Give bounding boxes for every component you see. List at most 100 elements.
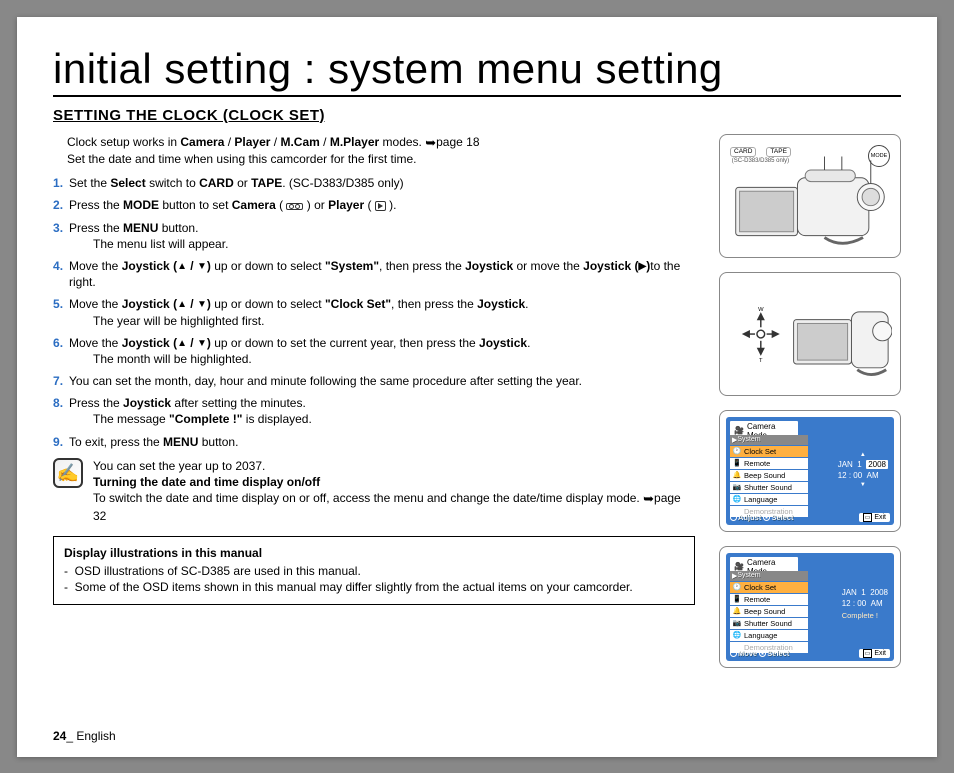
card-label: CARD	[730, 147, 756, 158]
osd-inner: 🎥Camera Mode ▶ System 🕐Clock Set 📱Remote…	[726, 417, 894, 525]
down-triangle-icon: ▼	[197, 300, 207, 310]
tip-text: You can set the year up to 2037. Turning…	[93, 458, 695, 524]
menu-item-remote: 📱Remote	[730, 594, 808, 605]
osd-footer: Move Select ▭Exit	[730, 649, 890, 658]
sound-icon: 🔔	[732, 470, 742, 480]
dot-circle-icon	[763, 514, 770, 521]
up-triangle-icon: ▲	[177, 262, 187, 272]
remote-icon: 📱	[732, 458, 742, 468]
sub-text: The year will be highlighted first.	[93, 313, 695, 329]
joystick-illustration-icon: W T	[728, 281, 892, 387]
camcorder-joystick-diagram: W T	[719, 272, 901, 396]
arrow-icon: ➥	[643, 491, 654, 506]
player-icon	[375, 201, 386, 211]
page-number: 24	[53, 729, 66, 743]
mode-name: Player	[234, 135, 270, 149]
svg-text:T: T	[759, 358, 763, 364]
osd-inner: 🎥Camera Mode ▶ System 🕐Clock Set 📱Remote…	[726, 553, 894, 661]
dot-circle-icon	[759, 650, 766, 657]
osd-screen-clockset: 🎥Camera Mode ▶ System 🕐Clock Set 📱Remote…	[719, 410, 901, 532]
osd-value-panel: ▲ JAN 1 2008 12 : 00 AM ▼	[838, 451, 888, 490]
sub-text: The menu list will appear.	[93, 236, 695, 252]
mode-switch-labels: CARD TAPE (SC-D383/D385 only) MODE	[730, 145, 890, 167]
mode-name: M.Player	[330, 135, 379, 149]
model-note: (SC-D383/D385 only)	[732, 158, 789, 164]
page-footer: 24_ English	[53, 729, 116, 743]
manual-page: initial setting : system menu setting SE…	[17, 17, 937, 757]
osd-screen-complete: 🎥Camera Mode ▶ System 🕐Clock Set 📱Remote…	[719, 546, 901, 668]
sound-icon: 🔔	[732, 606, 742, 616]
footer-language: English	[76, 729, 115, 743]
step-item: To exit, press the MENU button.	[53, 434, 695, 450]
down-triangle-icon: ▼	[197, 262, 207, 272]
osd-footer: Adjust Select ▭Exit	[730, 513, 890, 522]
content-row: Clock setup works in Camera / Player / M…	[53, 134, 901, 668]
circle-icon	[730, 650, 737, 657]
step-item: Set the Select switch to CARD or TAPE. (…	[53, 175, 695, 191]
instructions-column: Clock setup works in Camera / Player / M…	[53, 134, 695, 668]
camera-tape-icon	[286, 203, 303, 210]
text: Clock setup works in	[67, 135, 180, 149]
remote-icon: 📱	[732, 594, 742, 604]
step-list: Set the Select switch to CARD or TAPE. (…	[53, 175, 695, 450]
exit-pill: ▭Exit	[859, 513, 890, 522]
menu-item-beep: 🔔Beep Sound	[730, 606, 808, 617]
step-item: You can set the month, day, hour and min…	[53, 373, 695, 389]
note-line: - Some of the OSD items shown in this ma…	[64, 579, 684, 595]
mode-button-label: MODE	[868, 145, 890, 167]
illustration-column: CARD TAPE (SC-D383/D385 only) MODE	[719, 134, 901, 668]
section-title: SETTING THE CLOCK (CLOCK SET)	[53, 107, 901, 124]
pencil-note-icon: ✍	[53, 458, 83, 488]
step-item: Press the MENU button. The menu list wil…	[53, 220, 695, 252]
svg-text:W: W	[758, 307, 764, 313]
osd-menu: ▶ System 🕐Clock Set 📱Remote 🔔Beep Sound …	[730, 571, 808, 654]
down-triangle-icon: ▼	[838, 481, 888, 489]
sub-text: The message "Complete !" is displayed.	[93, 411, 695, 427]
tip-block: ✍ You can set the year up to 2037. Turni…	[53, 458, 695, 524]
shutter-icon: 📷	[732, 618, 742, 628]
step-item: Move the Joystick (▲ / ▼) up or down to …	[53, 258, 695, 290]
menu-item-language: 🌐Language	[730, 494, 808, 505]
menu-item-shutter: 📷Shutter Sound	[730, 482, 808, 493]
circle-icon	[730, 514, 737, 521]
time-row: 12 : 00 AM	[842, 598, 888, 609]
osd-menu: ▶ System 🕐Clock Set 📱Remote 🔔Beep Sound …	[730, 435, 808, 518]
up-triangle-icon: ▲	[838, 451, 888, 459]
menu-group: ▶ System	[730, 571, 808, 581]
menu-group: ▶ System	[730, 435, 808, 445]
note-title: Display illustrations in this manual	[64, 545, 684, 561]
intro-text: Clock setup works in Camera / Player / M…	[67, 134, 695, 168]
clock-icon: 🕐	[732, 446, 742, 456]
sub-text: The month will be highlighted.	[93, 351, 695, 367]
step-item: Press the MODE button to set Camera ( ) …	[53, 197, 695, 213]
menu-item-beep: 🔔Beep Sound	[730, 470, 808, 481]
menu-item-language: 🌐Language	[730, 630, 808, 641]
date-row: JAN 1 2008	[838, 459, 888, 470]
mode-name: Camera	[180, 135, 224, 149]
year-highlight: 2008	[866, 460, 888, 469]
globe-icon: 🌐	[732, 630, 742, 640]
note-line: - OSD illustrations of SC-D385 are used …	[64, 563, 684, 579]
exit-pill: ▭Exit	[859, 649, 890, 658]
up-triangle-icon: ▲	[177, 300, 187, 310]
step-item: Press the Joystick after setting the min…	[53, 395, 695, 427]
menu-item-clock: 🕐Clock Set	[730, 446, 808, 457]
step-item: Move the Joystick (▲ / ▼) up or down to …	[53, 296, 695, 328]
shutter-icon: 📷	[732, 482, 742, 492]
mode-name: M.Cam	[280, 135, 319, 149]
up-triangle-icon: ▲	[177, 339, 187, 349]
osd-value-panel: JAN 1 2008 12 : 00 AM Complete !	[842, 587, 888, 622]
date-row: JAN 1 2008	[842, 587, 888, 598]
step-item: Move the Joystick (▲ / ▼) up or down to …	[53, 335, 695, 367]
camcorder-mode-diagram: CARD TAPE (SC-D383/D385 only) MODE	[719, 134, 901, 258]
display-note-box: Display illustrations in this manual - O…	[53, 536, 695, 605]
clock-icon: 🕐	[732, 582, 742, 592]
complete-message: Complete !	[842, 611, 888, 622]
menu-item-clock: 🕐Clock Set	[730, 582, 808, 593]
menu-item-shutter: 📷Shutter Sound	[730, 618, 808, 629]
page-ref: page 18	[436, 135, 479, 149]
tape-label: TAPE	[766, 147, 791, 158]
menu-item-remote: 📱Remote	[730, 458, 808, 469]
time-row: 12 : 00 AM	[838, 470, 888, 481]
globe-icon: 🌐	[732, 494, 742, 504]
